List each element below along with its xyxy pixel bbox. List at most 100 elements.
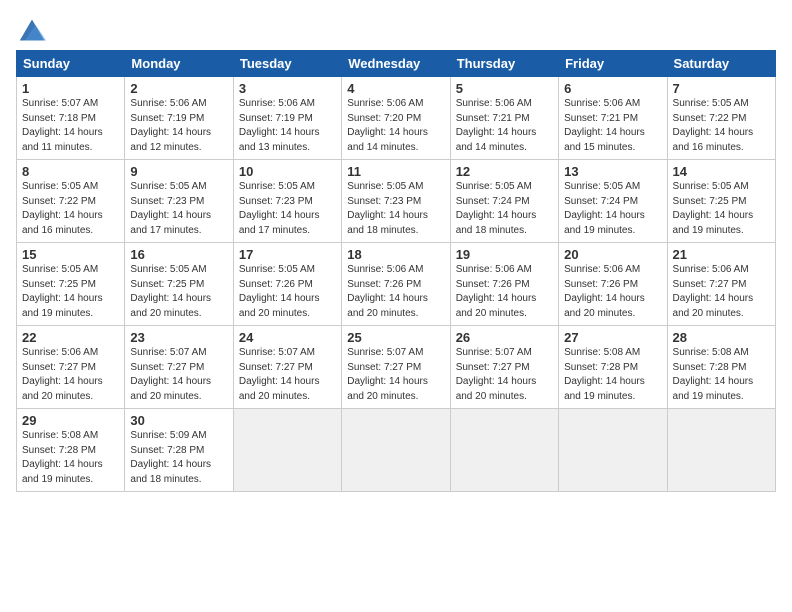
- calendar-day-cell: 22Sunrise: 5:06 AM Sunset: 7:27 PM Dayli…: [17, 326, 125, 409]
- day-info: Sunrise: 5:06 AM Sunset: 7:27 PM Dayligh…: [22, 346, 119, 404]
- day-info: Sunrise: 5:06 AM Sunset: 7:26 PM Dayligh…: [564, 263, 661, 321]
- day-number: 12: [456, 164, 553, 179]
- header-day-friday: Friday: [559, 51, 667, 77]
- day-info: Sunrise: 5:05 AM Sunset: 7:24 PM Dayligh…: [564, 180, 661, 238]
- header-day-wednesday: Wednesday: [342, 51, 450, 77]
- calendar-day-cell: 6Sunrise: 5:06 AM Sunset: 7:21 PM Daylig…: [559, 77, 667, 160]
- day-number: 17: [239, 247, 336, 262]
- calendar-day-cell: 28Sunrise: 5:08 AM Sunset: 7:28 PM Dayli…: [667, 326, 775, 409]
- calendar-day-cell: 29Sunrise: 5:08 AM Sunset: 7:28 PM Dayli…: [17, 409, 125, 492]
- day-number: 3: [239, 81, 336, 96]
- calendar-day-cell: 30Sunrise: 5:09 AM Sunset: 7:28 PM Dayli…: [125, 409, 233, 492]
- day-number: 14: [673, 164, 770, 179]
- calendar-day-cell: 27Sunrise: 5:08 AM Sunset: 7:28 PM Dayli…: [559, 326, 667, 409]
- calendar-empty-cell: [233, 409, 341, 492]
- day-info: Sunrise: 5:06 AM Sunset: 7:26 PM Dayligh…: [456, 263, 553, 321]
- calendar-header-row: SundayMondayTuesdayWednesdayThursdayFrid…: [17, 51, 776, 77]
- calendar-day-cell: 10Sunrise: 5:05 AM Sunset: 7:23 PM Dayli…: [233, 160, 341, 243]
- logo-icon: [16, 16, 48, 44]
- day-number: 28: [673, 330, 770, 345]
- day-info: Sunrise: 5:06 AM Sunset: 7:21 PM Dayligh…: [456, 97, 553, 155]
- day-info: Sunrise: 5:05 AM Sunset: 7:23 PM Dayligh…: [239, 180, 336, 238]
- day-number: 2: [130, 81, 227, 96]
- day-number: 8: [22, 164, 119, 179]
- day-number: 7: [673, 81, 770, 96]
- calendar-empty-cell: [342, 409, 450, 492]
- day-number: 18: [347, 247, 444, 262]
- day-number: 21: [673, 247, 770, 262]
- day-number: 6: [564, 81, 661, 96]
- day-number: 25: [347, 330, 444, 345]
- calendar-week-row: 8Sunrise: 5:05 AM Sunset: 7:22 PM Daylig…: [17, 160, 776, 243]
- day-info: Sunrise: 5:05 AM Sunset: 7:22 PM Dayligh…: [22, 180, 119, 238]
- header: [16, 16, 776, 44]
- day-info: Sunrise: 5:07 AM Sunset: 7:27 PM Dayligh…: [239, 346, 336, 404]
- header-day-tuesday: Tuesday: [233, 51, 341, 77]
- day-number: 26: [456, 330, 553, 345]
- calendar-day-cell: 1Sunrise: 5:07 AM Sunset: 7:18 PM Daylig…: [17, 77, 125, 160]
- calendar-day-cell: 3Sunrise: 5:06 AM Sunset: 7:19 PM Daylig…: [233, 77, 341, 160]
- calendar-empty-cell: [450, 409, 558, 492]
- calendar-day-cell: 7Sunrise: 5:05 AM Sunset: 7:22 PM Daylig…: [667, 77, 775, 160]
- calendar-week-row: 22Sunrise: 5:06 AM Sunset: 7:27 PM Dayli…: [17, 326, 776, 409]
- calendar-empty-cell: [667, 409, 775, 492]
- day-number: 24: [239, 330, 336, 345]
- calendar-day-cell: 5Sunrise: 5:06 AM Sunset: 7:21 PM Daylig…: [450, 77, 558, 160]
- day-number: 16: [130, 247, 227, 262]
- calendar-day-cell: 24Sunrise: 5:07 AM Sunset: 7:27 PM Dayli…: [233, 326, 341, 409]
- day-info: Sunrise: 5:05 AM Sunset: 7:24 PM Dayligh…: [456, 180, 553, 238]
- day-number: 30: [130, 413, 227, 428]
- calendar-week-row: 1Sunrise: 5:07 AM Sunset: 7:18 PM Daylig…: [17, 77, 776, 160]
- day-number: 15: [22, 247, 119, 262]
- day-number: 10: [239, 164, 336, 179]
- day-info: Sunrise: 5:05 AM Sunset: 7:23 PM Dayligh…: [347, 180, 444, 238]
- calendar-day-cell: 26Sunrise: 5:07 AM Sunset: 7:27 PM Dayli…: [450, 326, 558, 409]
- day-info: Sunrise: 5:05 AM Sunset: 7:26 PM Dayligh…: [239, 263, 336, 321]
- day-info: Sunrise: 5:08 AM Sunset: 7:28 PM Dayligh…: [564, 346, 661, 404]
- calendar-day-cell: 21Sunrise: 5:06 AM Sunset: 7:27 PM Dayli…: [667, 243, 775, 326]
- calendar-table: SundayMondayTuesdayWednesdayThursdayFrid…: [16, 50, 776, 492]
- header-day-monday: Monday: [125, 51, 233, 77]
- calendar-day-cell: 17Sunrise: 5:05 AM Sunset: 7:26 PM Dayli…: [233, 243, 341, 326]
- day-info: Sunrise: 5:06 AM Sunset: 7:26 PM Dayligh…: [347, 263, 444, 321]
- day-number: 5: [456, 81, 553, 96]
- calendar-day-cell: 19Sunrise: 5:06 AM Sunset: 7:26 PM Dayli…: [450, 243, 558, 326]
- day-info: Sunrise: 5:05 AM Sunset: 7:22 PM Dayligh…: [673, 97, 770, 155]
- calendar-day-cell: 8Sunrise: 5:05 AM Sunset: 7:22 PM Daylig…: [17, 160, 125, 243]
- calendar-day-cell: 12Sunrise: 5:05 AM Sunset: 7:24 PM Dayli…: [450, 160, 558, 243]
- day-number: 29: [22, 413, 119, 428]
- day-number: 19: [456, 247, 553, 262]
- calendar-day-cell: 4Sunrise: 5:06 AM Sunset: 7:20 PM Daylig…: [342, 77, 450, 160]
- day-number: 1: [22, 81, 119, 96]
- day-info: Sunrise: 5:08 AM Sunset: 7:28 PM Dayligh…: [22, 429, 119, 487]
- day-number: 4: [347, 81, 444, 96]
- calendar-day-cell: 23Sunrise: 5:07 AM Sunset: 7:27 PM Dayli…: [125, 326, 233, 409]
- day-info: Sunrise: 5:05 AM Sunset: 7:25 PM Dayligh…: [673, 180, 770, 238]
- day-info: Sunrise: 5:07 AM Sunset: 7:27 PM Dayligh…: [130, 346, 227, 404]
- calendar-day-cell: 13Sunrise: 5:05 AM Sunset: 7:24 PM Dayli…: [559, 160, 667, 243]
- calendar-day-cell: 15Sunrise: 5:05 AM Sunset: 7:25 PM Dayli…: [17, 243, 125, 326]
- day-info: Sunrise: 5:05 AM Sunset: 7:23 PM Dayligh…: [130, 180, 227, 238]
- day-info: Sunrise: 5:09 AM Sunset: 7:28 PM Dayligh…: [130, 429, 227, 487]
- calendar-day-cell: 14Sunrise: 5:05 AM Sunset: 7:25 PM Dayli…: [667, 160, 775, 243]
- calendar-week-row: 29Sunrise: 5:08 AM Sunset: 7:28 PM Dayli…: [17, 409, 776, 492]
- day-info: Sunrise: 5:06 AM Sunset: 7:20 PM Dayligh…: [347, 97, 444, 155]
- header-day-sunday: Sunday: [17, 51, 125, 77]
- day-info: Sunrise: 5:06 AM Sunset: 7:19 PM Dayligh…: [239, 97, 336, 155]
- header-day-saturday: Saturday: [667, 51, 775, 77]
- calendar-empty-cell: [559, 409, 667, 492]
- day-info: Sunrise: 5:06 AM Sunset: 7:27 PM Dayligh…: [673, 263, 770, 321]
- calendar-day-cell: 2Sunrise: 5:06 AM Sunset: 7:19 PM Daylig…: [125, 77, 233, 160]
- day-info: Sunrise: 5:05 AM Sunset: 7:25 PM Dayligh…: [22, 263, 119, 321]
- header-day-thursday: Thursday: [450, 51, 558, 77]
- day-number: 22: [22, 330, 119, 345]
- day-number: 20: [564, 247, 661, 262]
- calendar-day-cell: 25Sunrise: 5:07 AM Sunset: 7:27 PM Dayli…: [342, 326, 450, 409]
- day-info: Sunrise: 5:05 AM Sunset: 7:25 PM Dayligh…: [130, 263, 227, 321]
- day-number: 13: [564, 164, 661, 179]
- day-number: 9: [130, 164, 227, 179]
- calendar-day-cell: 9Sunrise: 5:05 AM Sunset: 7:23 PM Daylig…: [125, 160, 233, 243]
- calendar-day-cell: 11Sunrise: 5:05 AM Sunset: 7:23 PM Dayli…: [342, 160, 450, 243]
- day-info: Sunrise: 5:08 AM Sunset: 7:28 PM Dayligh…: [673, 346, 770, 404]
- day-number: 11: [347, 164, 444, 179]
